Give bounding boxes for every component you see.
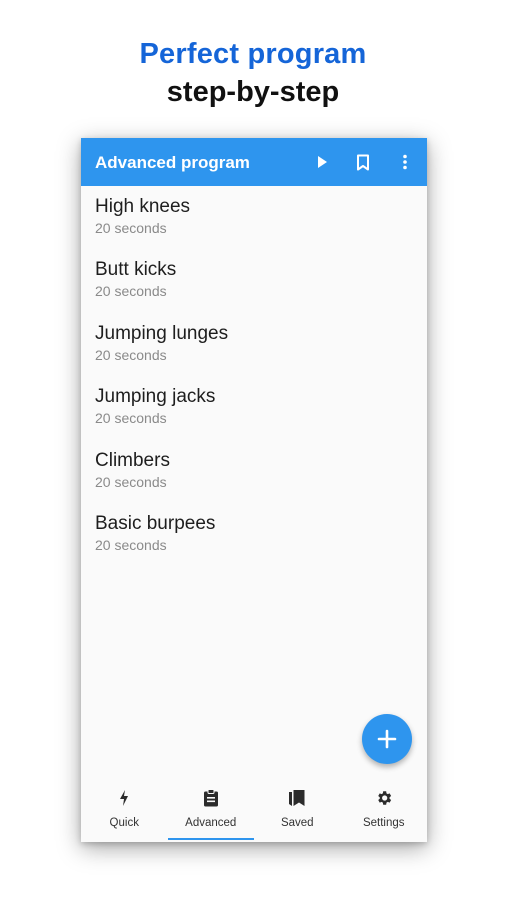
plus-icon [376,728,398,750]
nav-item-advanced[interactable]: Advanced [167,778,254,842]
exercise-duration: 20 seconds [95,283,167,300]
list-item[interactable]: Jumping jacks 20 seconds [81,376,427,439]
exercise-duration: 20 seconds [95,346,167,363]
app-bar: Advanced program [81,138,427,186]
play-icon[interactable] [310,150,334,174]
nav-label: Settings [362,817,405,829]
nav-label: Saved [280,817,314,829]
nav-item-quick[interactable]: Quick [81,778,168,842]
app-bar-title: Advanced program [95,153,250,172]
add-exercise-button[interactable] [362,714,412,764]
exercise-name: Climbers [95,449,170,471]
nav-item-settings[interactable]: Settings [341,778,428,842]
bookmarks-icon [287,788,307,808]
more-vert-icon[interactable] [393,150,417,174]
promo-headline: Perfect program [139,38,367,70]
exercise-name: Jumping lunges [95,322,229,344]
gear-icon [374,788,394,808]
exercise-duration: 20 seconds [95,473,167,490]
exercise-name: Basic burpees [95,512,216,534]
exercise-name: Butt kicks [95,259,177,281]
exercise-list: High knees 20 seconds Butt kicks 20 seco… [81,186,427,566]
list-item[interactable]: Climbers 20 seconds [81,440,427,503]
exercise-duration: 20 seconds [95,536,167,553]
exercise-name: Jumping jacks [95,386,216,408]
active-tab-indicator [167,838,254,840]
bolt-icon [114,788,134,808]
nav-item-saved[interactable]: Saved [254,778,341,842]
phone-screen: Advanced program High knees 20 seconds B… [81,138,427,842]
bookmark-icon[interactable] [351,150,375,174]
list-item[interactable]: High knees 20 seconds [81,186,427,249]
bottom-navigation: Quick Advanced Saved Settings [81,778,427,842]
exercise-name: High knees [95,196,191,217]
promo-subheadline: step-by-step [166,76,340,108]
list-item[interactable]: Basic burpees 20 seconds [81,503,427,566]
nav-label: Advanced [185,817,237,829]
exercise-duration: 20 seconds [95,410,167,427]
list-item[interactable]: Butt kicks 20 seconds [81,249,427,312]
exercise-duration: 20 seconds [95,220,167,236]
list-item[interactable]: Jumping lunges 20 seconds [81,313,427,376]
nav-label: Quick [109,817,139,829]
clipboard-icon [201,788,221,808]
